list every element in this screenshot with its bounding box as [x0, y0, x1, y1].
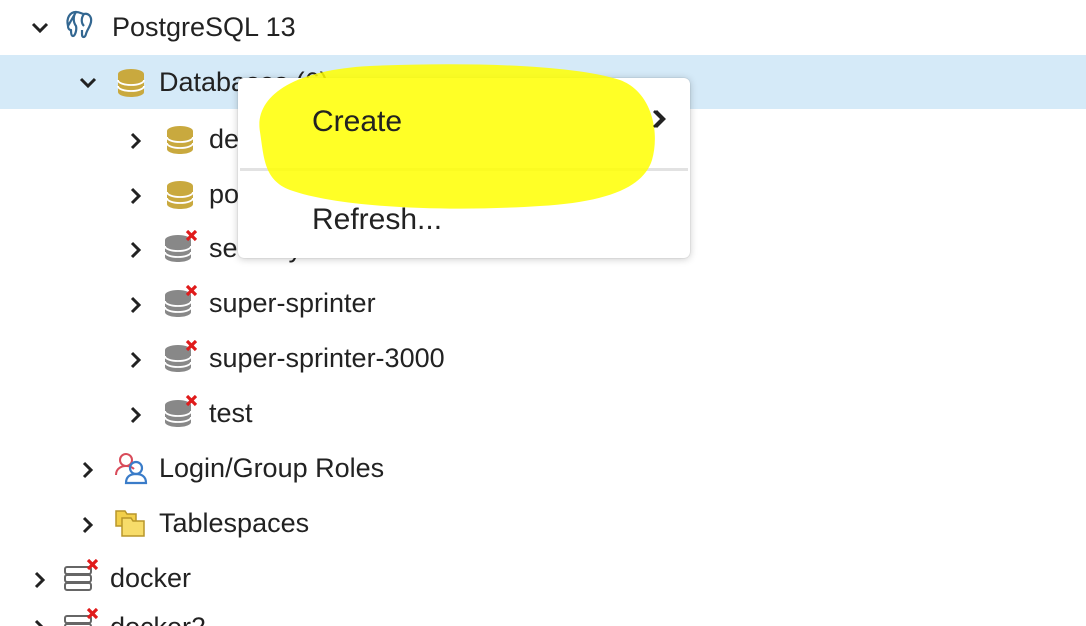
tree-node-server[interactable]: docker — [0, 551, 1086, 605]
tree-node-server[interactable]: PostgreSQL 13 — [0, 0, 1086, 54]
database-disconnected-icon — [164, 340, 197, 372]
chevron-right-icon — [653, 110, 664, 128]
chevron-down-icon[interactable] — [30, 18, 50, 38]
context-menu: Create Refresh... — [238, 78, 690, 258]
menu-divider — [240, 168, 688, 171]
tablespaces-label: Tablespaces — [159, 508, 310, 538]
chevron-right-icon[interactable] — [30, 570, 50, 590]
database-label: super-sprinter-3000 — [209, 343, 445, 373]
server-disconnected-icon — [64, 608, 98, 626]
menu-item-create-overlay[interactable]: Create — [312, 102, 402, 142]
server-label: PostgreSQL 13 — [112, 12, 296, 42]
database-icon — [117, 69, 145, 97]
menu-item-create[interactable]: Create — [238, 78, 690, 162]
folder-icon — [115, 510, 145, 537]
database-icon — [166, 126, 194, 154]
chevron-right-icon[interactable] — [126, 295, 146, 315]
menu-item-label: Create — [312, 105, 403, 138]
chevron-right-icon[interactable] — [126, 240, 146, 260]
tree-node-database[interactable]: super-sprinter — [0, 276, 1086, 330]
menu-item-refresh[interactable]: Refresh... — [238, 174, 690, 258]
tree-node-tablespaces[interactable]: Tablespaces — [0, 496, 1086, 550]
tree-node-server[interactable]: docker2 — [0, 600, 1086, 626]
chevron-right-icon[interactable] — [78, 515, 98, 535]
tree-node-database[interactable]: test — [0, 386, 1086, 440]
chevron-right-icon[interactable] — [126, 186, 146, 206]
chevron-right-icon[interactable] — [126, 405, 146, 425]
login-group-roles-label: Login/Group Roles — [159, 453, 385, 483]
postgresql-elephant-icon — [66, 10, 93, 39]
server-label: docker2 — [110, 610, 206, 626]
users-icon — [115, 453, 148, 485]
database-disconnected-icon — [164, 230, 197, 262]
tree-node-database[interactable]: super-sprinter-3000 — [0, 331, 1086, 385]
chevron-right-icon[interactable] — [30, 618, 50, 626]
chevron-right-icon[interactable] — [126, 350, 146, 370]
tree-node-login-group-roles[interactable]: Login/Group Roles — [0, 441, 1086, 495]
database-label: super-sprinter — [209, 288, 376, 318]
menu-item-label: Refresh... — [312, 203, 443, 236]
chevron-right-icon[interactable] — [78, 460, 98, 480]
database-icon — [166, 181, 194, 209]
database-disconnected-icon — [164, 285, 197, 317]
chevron-right-icon[interactable] — [126, 131, 146, 151]
server-label: docker — [110, 563, 192, 593]
database-label: test — [209, 398, 253, 428]
chevron-down-icon[interactable] — [78, 73, 98, 93]
server-disconnected-icon — [64, 559, 98, 591]
database-disconnected-icon — [164, 395, 197, 427]
